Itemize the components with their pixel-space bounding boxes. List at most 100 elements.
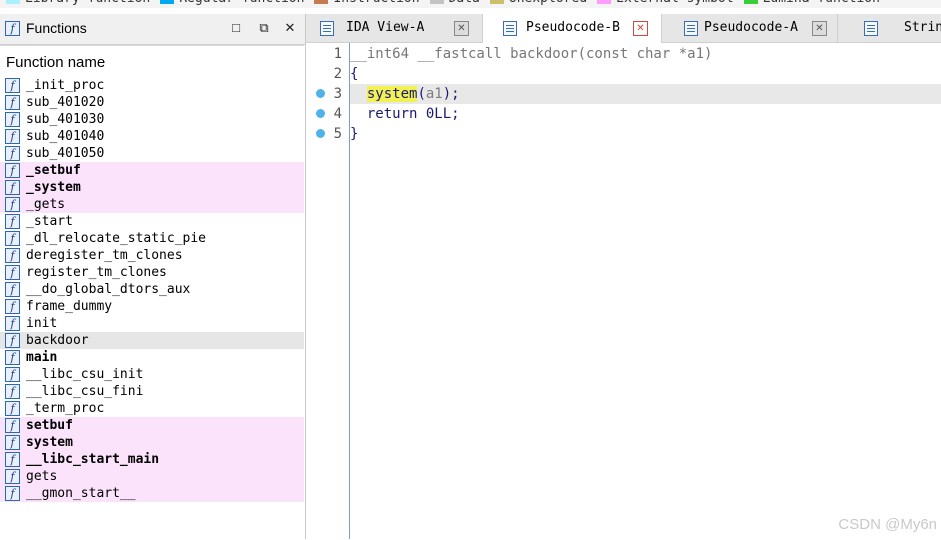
- legend-item: Regular function: [160, 0, 304, 6]
- legend-item: Data: [429, 0, 480, 6]
- return-statement: return 0LL;: [350, 106, 460, 122]
- strings-view-icon: [864, 21, 878, 36]
- function-icon: f: [5, 452, 20, 467]
- function-icon: f: [5, 163, 20, 178]
- function-name: system: [26, 435, 73, 450]
- function-row[interactable]: f gets: [0, 468, 304, 485]
- function-icon: f: [5, 350, 20, 365]
- function-name: _setbuf: [26, 163, 81, 178]
- function-row[interactable]: f system: [0, 434, 304, 451]
- function-row[interactable]: f _term_proc: [0, 400, 304, 417]
- legend-label: Lumina function: [763, 0, 880, 6]
- function-row[interactable]: f __libc_start_main: [0, 451, 304, 468]
- call-suffix: );: [442, 86, 460, 102]
- function-icon: f: [5, 231, 20, 246]
- functions-list[interactable]: Function name f _init_proc f sub_401020 f sub…: [0, 45, 304, 540]
- function-name: sub_401020: [26, 95, 105, 110]
- legend-item: External symbol: [597, 0, 734, 6]
- tab-label: IDA View-A: [346, 20, 425, 35]
- function-row[interactable]: f __libc_csu_init: [0, 366, 304, 383]
- function-name: backdoor: [26, 333, 89, 348]
- functions-rows: f _init_proc f sub_401020 f sub_401030 f sub_40…: [0, 77, 304, 502]
- function-icon: f: [5, 78, 20, 93]
- functions-panel-header: f Functions □ ⧉ ✕: [0, 14, 305, 45]
- function-icon: f: [5, 469, 20, 484]
- tab-ida-view-a[interactable]: IDA View-A ✕: [306, 14, 483, 42]
- function-name: frame_dummy: [26, 299, 113, 314]
- function-name: main: [26, 350, 58, 365]
- code-line-5[interactable]: }: [350, 124, 941, 144]
- legend-item: Instruction: [314, 0, 420, 6]
- function-row[interactable]: f _dl_relocate_static_pie: [0, 230, 304, 247]
- function-row[interactable]: f main: [0, 349, 304, 366]
- function-name: _dl_relocate_static_pie: [26, 231, 207, 246]
- close-icon[interactable]: ✕: [282, 20, 298, 36]
- function-icon: f: [5, 214, 20, 229]
- function-name: _system: [26, 180, 81, 195]
- function-row[interactable]: f __libc_csu_fini: [0, 383, 304, 400]
- functions-panel: f Functions □ ⧉ ✕ Function name f _init_p…: [0, 14, 306, 539]
- legend-label: Instruction: [333, 0, 419, 6]
- function-row[interactable]: f _system: [0, 179, 304, 196]
- line-number: 4: [333, 106, 342, 122]
- code-line-4[interactable]: return 0LL;: [350, 104, 941, 124]
- function-row[interactable]: f init: [0, 315, 304, 332]
- function-row[interactable]: f frame_dummy: [0, 298, 304, 315]
- code-line-1[interactable]: __int64 __fastcall backdoor(const char *…: [350, 44, 941, 64]
- function-row[interactable]: f __gmon_start__: [0, 485, 304, 502]
- function-row[interactable]: f _setbuf: [0, 162, 304, 179]
- tab-pseudocode-a[interactable]: Pseudocode-A ✕: [662, 14, 838, 42]
- function-name: deregister_tm_clones: [26, 248, 183, 263]
- tab-pseudocode-b[interactable]: Pseudocode-B ✕: [483, 14, 662, 43]
- function-row[interactable]: f _start: [0, 213, 304, 230]
- function-icon: f: [5, 367, 20, 382]
- function-name: gets: [26, 469, 58, 484]
- line-number: 2: [333, 66, 342, 82]
- legend-swatch: [489, 0, 504, 4]
- function-row[interactable]: f sub_401020: [0, 94, 304, 111]
- function-row[interactable]: f __do_global_dtors_aux: [0, 281, 304, 298]
- minimize-icon[interactable]: □: [228, 20, 244, 36]
- function-row[interactable]: f sub_401050: [0, 145, 304, 162]
- function-row[interactable]: f deregister_tm_clones: [0, 247, 304, 264]
- function-name: init: [26, 316, 58, 331]
- function-row[interactable]: f setbuf: [0, 417, 304, 434]
- tab-strings[interactable]: Strin: [838, 14, 941, 42]
- close-tab-icon[interactable]: ✕: [454, 21, 469, 36]
- function-icon: f: [5, 265, 20, 280]
- pseudocode-editor[interactable]: 1 2 3 4 5 __int64 __fastcall backdoor(co…: [306, 43, 941, 539]
- close-tab-icon[interactable]: ✕: [812, 21, 827, 36]
- legend-label: Unexplored: [509, 0, 587, 6]
- function-name: sub_401040: [26, 129, 105, 144]
- legend-item: Unexplored: [489, 0, 587, 6]
- function-icon: f: [5, 435, 20, 450]
- function-icon: f: [5, 21, 20, 36]
- line-number-gutter[interactable]: 1 2 3 4 5: [306, 43, 350, 539]
- function-icon: f: [5, 95, 20, 110]
- legend-swatch: [314, 0, 329, 4]
- code-line-3[interactable]: system(a1);: [350, 84, 941, 104]
- system-call-token[interactable]: system: [366, 86, 418, 102]
- float-window-icon[interactable]: ⧉: [256, 20, 272, 36]
- legend-label: External symbol: [616, 0, 733, 6]
- tab-label: Pseudocode-A: [704, 20, 798, 35]
- function-icon: f: [5, 180, 20, 195]
- function-name: _gets: [26, 197, 66, 212]
- legend-item: Lumina function: [743, 0, 880, 6]
- legend-item: Library function: [6, 0, 150, 6]
- function-icon: f: [5, 333, 20, 348]
- close-tab-icon[interactable]: ✕: [633, 21, 648, 36]
- argument-a1[interactable]: a1: [426, 86, 443, 102]
- function-row[interactable]: f _gets: [0, 196, 304, 213]
- line-number: 5: [333, 126, 342, 142]
- legend-items: Library function Regular function Instruct…: [6, 0, 880, 6]
- column-header-function-name[interactable]: Function name: [6, 54, 105, 71]
- function-row[interactable]: f backdoor: [0, 332, 304, 349]
- function-row[interactable]: f _init_proc: [0, 77, 304, 94]
- function-row[interactable]: f sub_401040: [0, 128, 304, 145]
- code-line-2[interactable]: {: [350, 64, 941, 84]
- function-row[interactable]: f sub_401030: [0, 111, 304, 128]
- legend-swatch: [160, 0, 175, 4]
- function-row[interactable]: f register_tm_clones: [0, 264, 304, 281]
- function-name: __libc_csu_init: [26, 367, 144, 382]
